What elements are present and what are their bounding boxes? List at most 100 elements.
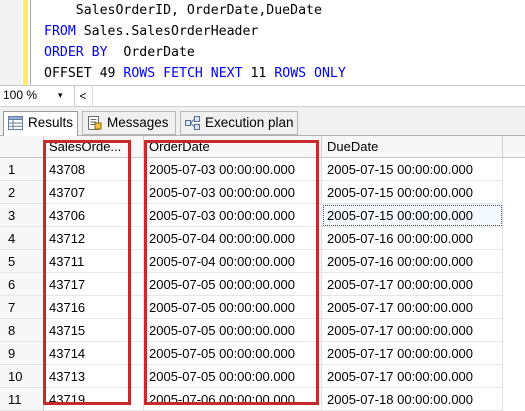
cell-duedate[interactable]: 2005-07-16 00:00:00.000 bbox=[322, 250, 503, 273]
cell-salesorderid[interactable]: 43707 bbox=[44, 181, 144, 204]
table-row[interactable]: 3 43706 2005-07-03 00:00:00.000 2005-07-15 … bbox=[0, 204, 525, 227]
cell-orderdate[interactable]: 2005-07-06 00:00:00.000 bbox=[144, 388, 322, 411]
cell-salesorderid[interactable]: 43706 bbox=[44, 204, 144, 227]
cell-orderdate[interactable]: 2005-07-05 00:00:00.000 bbox=[144, 296, 322, 319]
row-number[interactable]: 5 bbox=[0, 250, 44, 273]
execution-plan-icon bbox=[185, 116, 200, 130]
cell-salesorderid[interactable]: 43717 bbox=[44, 273, 144, 296]
table-row[interactable]: 8 43715 2005-07-05 00:00:00.000 2005-07-17 … bbox=[0, 319, 525, 342]
cell-orderdate[interactable]: 2005-07-03 00:00:00.000 bbox=[144, 158, 322, 181]
row-number-header[interactable] bbox=[0, 136, 44, 157]
sql-text: 11 bbox=[242, 66, 275, 81]
cell-duedate[interactable]: 2005-07-15 00:00:00.000 bbox=[322, 158, 503, 181]
cell-orderdate[interactable]: 2005-07-05 00:00:00.000 bbox=[144, 365, 322, 388]
table-row[interactable]: 5 43711 2005-07-04 00:00:00.000 2005-07-16 … bbox=[0, 250, 525, 273]
cell-orderdate[interactable]: 2005-07-04 00:00:00.000 bbox=[144, 227, 322, 250]
tab-results[interactable]: Results bbox=[3, 111, 78, 136]
table-row[interactable]: 2 43707 2005-07-03 00:00:00.000 2005-07-15 … bbox=[0, 181, 525, 204]
code-line[interactable]: FROM Sales.SalesOrderHeader bbox=[44, 21, 346, 42]
row-number[interactable]: 3 bbox=[0, 204, 44, 227]
horizontal-scrollbar[interactable] bbox=[92, 86, 525, 106]
cell-orderdate[interactable]: 2005-07-05 00:00:00.000 bbox=[144, 342, 322, 365]
results-grid[interactable]: SalesOrde... OrderDate DueDate 1 43708 200… bbox=[0, 136, 525, 411]
cell-salesorderid[interactable]: 43719 bbox=[44, 388, 144, 411]
results-grid-icon bbox=[8, 116, 23, 130]
sql-keyword: ROWS bbox=[123, 66, 156, 81]
cell-duedate[interactable]: 2005-07-17 00:00:00.000 bbox=[322, 319, 503, 342]
row-number[interactable]: 6 bbox=[0, 273, 44, 296]
tab-execution-plan-label: Execution plan bbox=[205, 115, 294, 130]
sql-text: SalesOrderID, OrderDate,DueDate bbox=[44, 3, 322, 18]
zoom-dropdown-icon[interactable]: ▾ bbox=[58, 90, 63, 101]
sql-keyword: FROM bbox=[44, 24, 76, 39]
cell-salesorderid[interactable]: 43716 bbox=[44, 296, 144, 319]
column-header-salesorderid[interactable]: SalesOrde... bbox=[44, 136, 144, 157]
table-row[interactable]: 10 43713 2005-07-05 00:00:00.000 2005-07-17… bbox=[0, 365, 525, 388]
cell-orderdate[interactable]: 2005-07-03 00:00:00.000 bbox=[144, 204, 322, 227]
scroll-left-icon[interactable]: < bbox=[74, 86, 91, 106]
tab-execution-plan[interactable]: Execution plan bbox=[180, 111, 298, 135]
table-row[interactable]: 7 43716 2005-07-05 00:00:00.000 2005-07-17 … bbox=[0, 296, 525, 319]
table-row[interactable]: 11 43719 2005-07-06 00:00:00.000 2005-07-18… bbox=[0, 388, 525, 411]
sql-code[interactable]: SalesOrderID, OrderDate,DueDate FROM Sale… bbox=[44, 0, 346, 84]
code-line[interactable]: ORDER BY OrderDate bbox=[44, 42, 346, 63]
table-row[interactable]: 1 43708 2005-07-03 00:00:00.000 2005-07-15 … bbox=[0, 158, 525, 181]
tab-messages[interactable]: Messages bbox=[82, 111, 176, 135]
row-number[interactable]: 11 bbox=[0, 388, 44, 411]
sql-text: 49 bbox=[91, 66, 124, 81]
code-line[interactable]: SalesOrderID, OrderDate,DueDate bbox=[44, 0, 346, 21]
grid-header-row: SalesOrde... OrderDate DueDate bbox=[0, 136, 525, 158]
row-number[interactable]: 2 bbox=[0, 181, 44, 204]
cell-duedate[interactable]: 2005-07-16 00:00:00.000 bbox=[322, 227, 503, 250]
cell-salesorderid[interactable]: 43713 bbox=[44, 365, 144, 388]
results-tabstrip: Results Messages Execution plan bbox=[0, 106, 525, 136]
cell-duedate[interactable]: 2005-07-17 00:00:00.000 bbox=[322, 342, 503, 365]
editor-gutter bbox=[0, 0, 22, 85]
cell-salesorderid[interactable]: 43712 bbox=[44, 227, 144, 250]
cell-orderdate[interactable]: 2005-07-05 00:00:00.000 bbox=[144, 319, 322, 342]
messages-icon bbox=[88, 116, 102, 130]
cell-salesorderid[interactable]: 43708 bbox=[44, 158, 144, 181]
row-number[interactable]: 4 bbox=[0, 227, 44, 250]
cell-duedate[interactable]: 2005-07-17 00:00:00.000 bbox=[322, 273, 503, 296]
cell-duedate[interactable]: 2005-07-15 00:00:00.000 bbox=[322, 181, 503, 204]
cell-duedate[interactable]: 2005-07-17 00:00:00.000 bbox=[322, 296, 503, 319]
cell-orderdate[interactable]: 2005-07-03 00:00:00.000 bbox=[144, 181, 322, 204]
cell-duedate[interactable]: 2005-07-18 00:00:00.000 bbox=[322, 388, 503, 411]
cell-salesorderid[interactable]: 43715 bbox=[44, 319, 144, 342]
row-number[interactable]: 7 bbox=[0, 296, 44, 319]
change-tracking-bar bbox=[23, 0, 28, 85]
zoom-level[interactable]: 100 % bbox=[3, 88, 37, 102]
tab-results-label: Results bbox=[28, 115, 74, 130]
cell-orderdate[interactable]: 2005-07-04 00:00:00.000 bbox=[144, 250, 322, 273]
row-number[interactable]: 1 bbox=[0, 158, 44, 181]
cell-orderdate[interactable]: 2005-07-05 00:00:00.000 bbox=[144, 273, 322, 296]
row-number[interactable]: 9 bbox=[0, 342, 44, 365]
sql-text: OFFSET bbox=[44, 66, 92, 81]
editor-separator bbox=[30, 0, 31, 85]
table-row[interactable]: 9 43714 2005-07-05 00:00:00.000 2005-07-17 … bbox=[0, 342, 525, 365]
sql-keyword: ORDER BY bbox=[44, 45, 108, 60]
sql-text: OrderDate bbox=[107, 45, 195, 60]
column-header-orderdate[interactable]: OrderDate bbox=[144, 136, 322, 157]
row-number[interactable]: 8 bbox=[0, 319, 44, 342]
cell-salesorderid[interactable]: 43714 bbox=[44, 342, 144, 365]
table-row[interactable]: 4 43712 2005-07-04 00:00:00.000 2005-07-16 … bbox=[0, 227, 525, 250]
column-header-duedate[interactable]: DueDate bbox=[322, 136, 503, 157]
sql-keyword: FETCH bbox=[163, 66, 203, 81]
code-line[interactable]: OFFSET 49 ROWS FETCH NEXT 11 ROWS ONLY bbox=[44, 63, 346, 84]
zoom-bar: 100 % ▾ < bbox=[0, 85, 525, 106]
sql-text: Sales.SalesOrderHeader bbox=[75, 24, 259, 39]
sql-keyword: ONLY bbox=[314, 66, 346, 81]
cell-duedate[interactable]: 2005-07-17 00:00:00.000 bbox=[322, 365, 503, 388]
table-row[interactable]: 6 43717 2005-07-05 00:00:00.000 2005-07-17 … bbox=[0, 273, 525, 296]
sql-keyword: ROWS bbox=[274, 66, 307, 81]
sql-keyword: NEXT bbox=[210, 66, 243, 81]
cell-duedate[interactable]: 2005-07-15 00:00:00.000 bbox=[322, 204, 503, 227]
sql-editor[interactable]: SalesOrderID, OrderDate,DueDate FROM Sale… bbox=[0, 0, 525, 85]
tab-messages-label: Messages bbox=[107, 115, 169, 130]
row-number[interactable]: 10 bbox=[0, 365, 44, 388]
cell-salesorderid[interactable]: 43711 bbox=[44, 250, 144, 273]
